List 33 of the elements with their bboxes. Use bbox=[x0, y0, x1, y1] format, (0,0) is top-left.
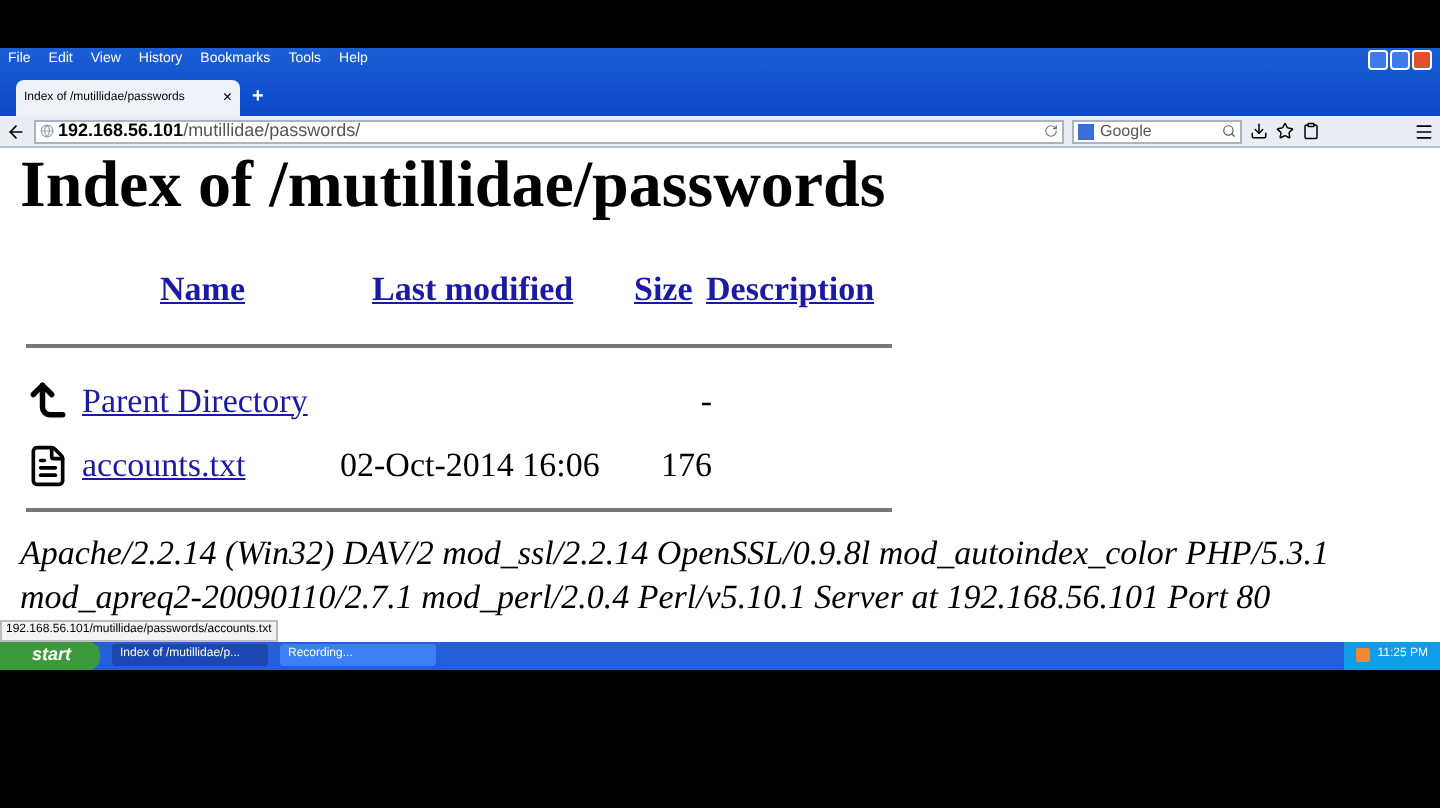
column-header-link[interactable]: Size bbox=[634, 264, 706, 315]
column-header-link[interactable]: Name bbox=[160, 264, 372, 315]
search-engine-icon bbox=[1078, 123, 1094, 139]
search-placeholder: Google bbox=[1100, 119, 1152, 143]
reload-icon[interactable] bbox=[1044, 124, 1058, 138]
download-icon[interactable] bbox=[1250, 122, 1268, 140]
new-tab-button[interactable]: + bbox=[252, 82, 264, 112]
url-host: 192.168.56.101 bbox=[58, 117, 184, 144]
file-link[interactable]: Parent Directory bbox=[82, 375, 340, 426]
star-icon[interactable] bbox=[1276, 122, 1294, 140]
back-arrow-icon bbox=[26, 378, 70, 423]
back-icon[interactable] bbox=[6, 121, 26, 141]
close-button[interactable] bbox=[1412, 50, 1432, 70]
globe-icon bbox=[40, 124, 54, 138]
file-size: 176 bbox=[659, 444, 712, 488]
restore-button[interactable] bbox=[1390, 50, 1410, 70]
server-signature: Apache/2.2.14 (Win32) DAV/2 mod_ssl/2.2.14 OpenSSL/0.9.8l mod_autoindex_color PHP/5.3.1 mod_apreq2-20090110/2.7.1 mod_perl/2.0.4 Perl/v5.10.1 Server at 192.168.56.101 Port 80 bbox=[20, 531, 1332, 619]
column-header-link[interactable]: Last modified bbox=[372, 264, 634, 315]
url-path: /mutillidae/passwords/ bbox=[183, 117, 361, 144]
file-link[interactable]: accounts.txt bbox=[82, 440, 340, 491]
column-header-link[interactable]: Description bbox=[706, 264, 875, 315]
search-icon[interactable] bbox=[1222, 124, 1236, 138]
minimize-button[interactable] bbox=[1368, 50, 1388, 70]
document-icon bbox=[26, 443, 70, 488]
modified-date: 02-Oct-2014 16:06 bbox=[340, 444, 602, 488]
start-button[interactable]: start bbox=[0, 641, 100, 669]
menu-icon[interactable] bbox=[1414, 121, 1434, 141]
page-heading: Index of /mutillidae/passwords bbox=[20, 154, 888, 220]
clipboard-icon[interactable] bbox=[1302, 122, 1320, 140]
tab-close-button[interactable]: × bbox=[222, 86, 232, 110]
search-field[interactable]: Google bbox=[1072, 119, 1242, 143]
file-size: - bbox=[698, 379, 712, 423]
address-bar[interactable]: 192.168.56.101/mutillidae/passwords/ bbox=[34, 119, 1064, 143]
